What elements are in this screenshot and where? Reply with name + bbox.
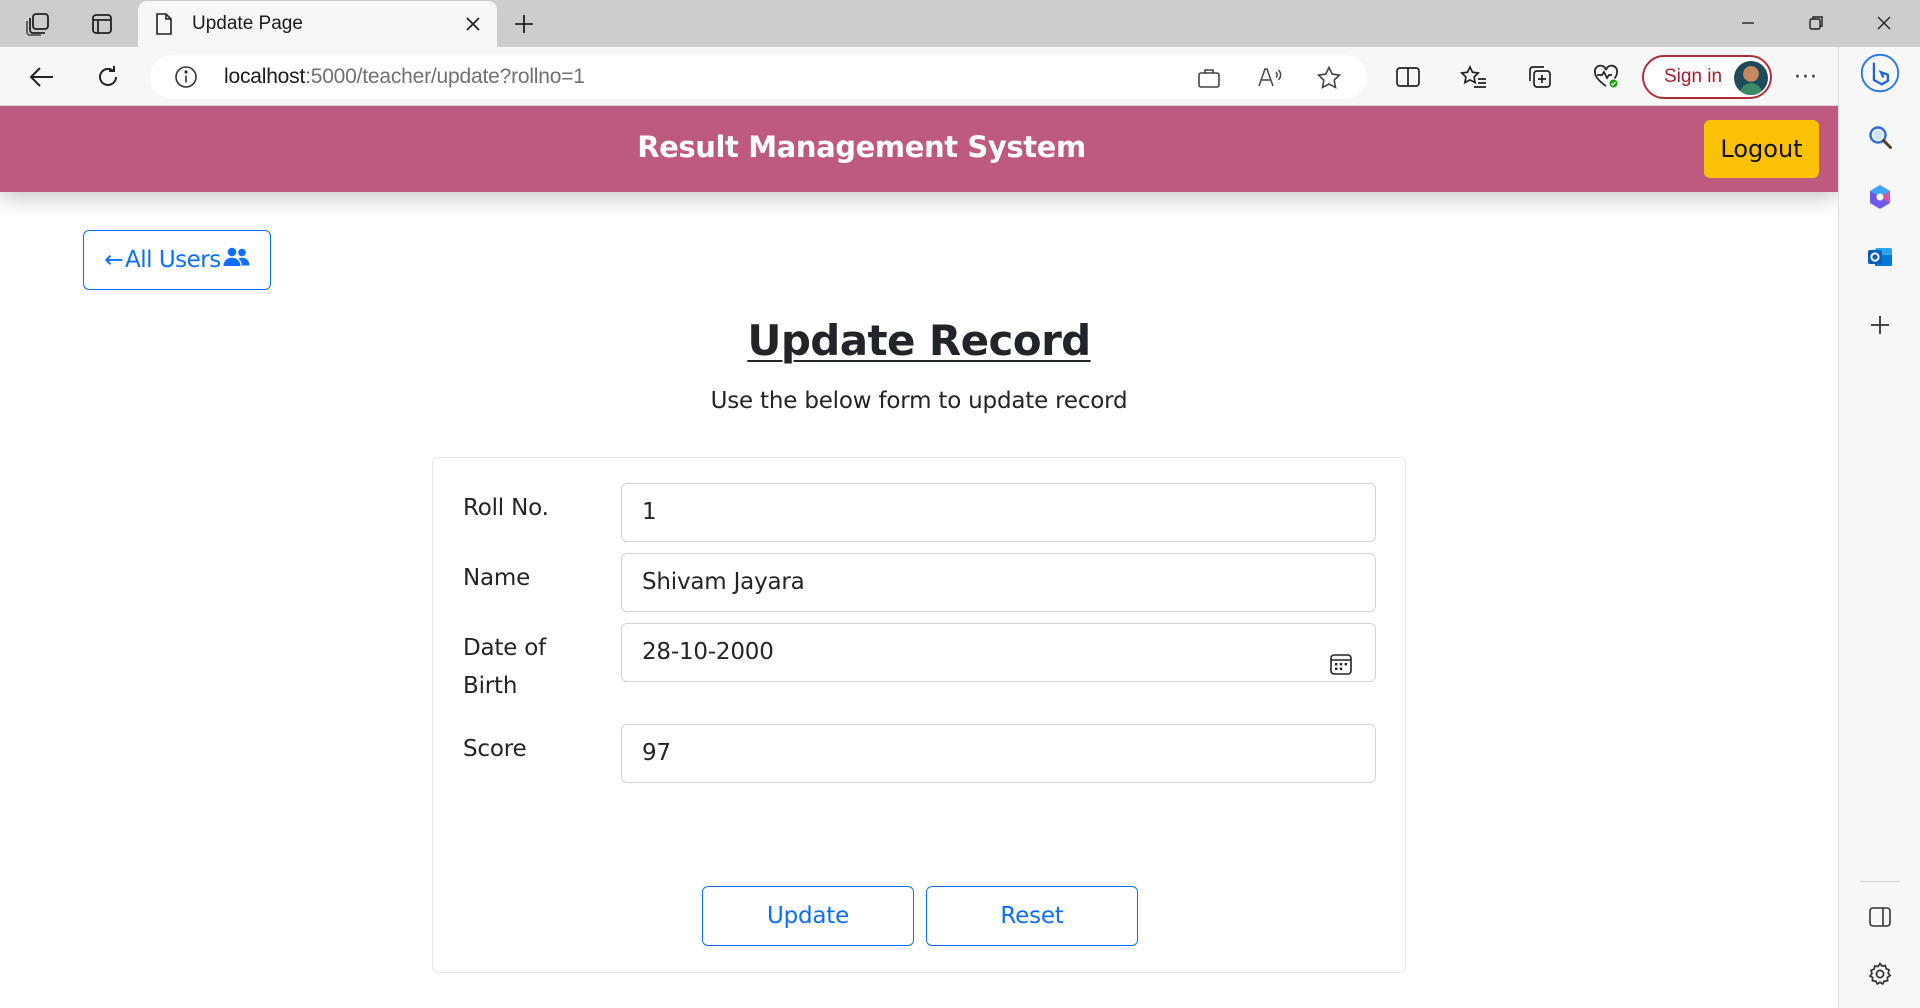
edge-sidebar — [1838, 47, 1920, 1008]
url-text[interactable]: localhost:5000/teacher/update?rollno=1 — [224, 65, 585, 89]
name-input[interactable]: Shivam Jayara — [621, 553, 1376, 612]
restore-icon[interactable] — [1788, 6, 1844, 40]
calendar-icon[interactable] — [1329, 641, 1353, 698]
sign-in-button[interactable]: Sign in — [1642, 55, 1772, 99]
read-aloud-icon[interactable] — [1257, 65, 1283, 91]
page-viewport: Result Management System Logout ← All Us… — [0, 106, 1838, 1008]
add-sidebar-app-plus-icon[interactable] — [1860, 305, 1900, 345]
new-tab-plus-icon[interactable] — [508, 8, 540, 40]
minimize-icon[interactable] — [1720, 6, 1776, 40]
roll-no-label: Roll No. — [463, 495, 549, 521]
navbar: Result Management System Logout — [0, 106, 1838, 192]
logout-button[interactable]: Logout — [1704, 120, 1819, 178]
briefcase-icon[interactable] — [1196, 65, 1222, 91]
tab-actions-icon[interactable] — [86, 8, 118, 40]
window-close-icon[interactable] — [1856, 6, 1912, 40]
more-options-icon[interactable]: ··· — [1788, 59, 1824, 95]
page-subtitle: Use the below form to update record — [710, 388, 1128, 414]
bing-copilot-icon[interactable] — [1860, 53, 1900, 93]
page-title: Update Record — [747, 316, 1091, 365]
score-label: Score — [463, 736, 527, 762]
browser-essentials-icon[interactable] — [1588, 59, 1624, 95]
score-input[interactable]: 97 — [621, 724, 1376, 783]
refresh-icon[interactable] — [90, 59, 126, 95]
workspaces-icon[interactable] — [22, 8, 54, 40]
dob-label: Date of Birth — [463, 629, 546, 705]
update-button[interactable]: Update — [702, 886, 914, 946]
avatar — [1734, 61, 1768, 95]
dob-label-line2: Birth — [463, 673, 518, 699]
all-users-label: All Users — [125, 247, 221, 273]
users-icon — [223, 247, 250, 273]
back-arrow-glyph: ← — [104, 247, 124, 273]
name-label: Name — [463, 565, 531, 591]
brand-title: Result Management System — [637, 130, 1086, 164]
outlook-icon[interactable] — [1860, 237, 1900, 277]
reset-button[interactable]: Reset — [926, 886, 1138, 946]
update-form-card: Roll No. 1 Name Shivam Jayara Date of Bi… — [432, 457, 1406, 973]
close-icon[interactable] — [461, 12, 485, 36]
favorites-icon[interactable] — [1456, 59, 1492, 95]
search-icon[interactable] — [1860, 117, 1900, 157]
site-info-icon[interactable] — [174, 65, 198, 93]
dob-input[interactable]: 28-10-2000 — [621, 623, 1376, 682]
back-arrow-icon[interactable] — [24, 59, 60, 95]
all-users-button[interactable]: ← All Users — [83, 230, 271, 290]
split-screen-icon[interactable] — [1390, 59, 1426, 95]
tab-update-page[interactable]: Update Page — [138, 1, 497, 47]
dob-value: 28-10-2000 — [642, 639, 774, 665]
sidebar-divider — [1860, 881, 1900, 882]
tab-title: Update Page — [192, 13, 303, 34]
hide-sidebar-icon[interactable] — [1860, 897, 1900, 937]
browser-tab-strip: Update Page — [0, 0, 1920, 47]
settings-gear-icon[interactable] — [1860, 954, 1900, 994]
address-bar[interactable]: localhost:5000/teacher/update?rollno=1 — [150, 55, 1367, 99]
browser-toolbar: localhost:5000/teacher/update?rollno=1 S… — [0, 47, 1920, 106]
favorite-star-icon[interactable] — [1316, 65, 1342, 91]
dob-label-line1: Date of — [463, 635, 547, 661]
roll-no-input[interactable]: 1 — [621, 483, 1376, 542]
copilot-icon[interactable] — [1860, 177, 1900, 217]
collections-icon[interactable] — [1522, 59, 1558, 95]
document-icon — [154, 12, 174, 40]
